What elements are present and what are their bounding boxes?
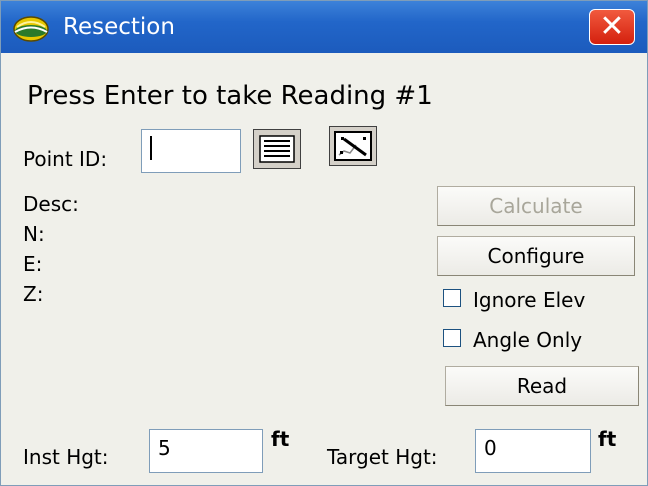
target-hgt-unit: ft (598, 427, 617, 451)
calculate-button[interactable]: Calculate (437, 186, 635, 226)
angle-only-checkbox[interactable] (443, 329, 461, 347)
window-title: Resection (63, 14, 175, 40)
desc-label: Desc: (23, 192, 79, 216)
target-hgt-field[interactable]: 0 (475, 429, 591, 473)
read-button[interactable]: Read (445, 366, 639, 406)
z-label: Z: (23, 282, 44, 306)
inst-hgt-unit: ft (271, 427, 290, 451)
point-id-label: Point ID: (23, 147, 108, 171)
point-id-field[interactable] (141, 129, 241, 173)
configure-button[interactable]: Configure (437, 236, 635, 276)
inst-hgt-field[interactable]: 5 (149, 429, 263, 473)
ignore-elev-checkbox[interactable] (443, 289, 461, 307)
map-button[interactable] (329, 126, 377, 166)
title-bar: Resection ✕ (1, 1, 647, 53)
n-label: N: (23, 222, 45, 246)
inst-hgt-label: Inst Hgt: (23, 445, 109, 469)
close-icon: ✕ (599, 9, 625, 44)
close-button[interactable]: ✕ (589, 9, 635, 45)
list-button[interactable] (253, 129, 301, 169)
resection-window: Resection ✕ Press Enter to take Reading … (0, 0, 648, 486)
hardhat-icon (13, 16, 49, 42)
text-caret (150, 135, 152, 160)
angle-only-label: Angle Only (473, 328, 583, 352)
ignore-elev-label: Ignore Elev (473, 288, 586, 312)
e-label: E: (23, 252, 43, 276)
target-hgt-label: Target Hgt: (327, 445, 438, 469)
map-icon (334, 131, 372, 161)
list-icon (259, 135, 295, 163)
instruction-text: Press Enter to take Reading #1 (27, 81, 433, 111)
